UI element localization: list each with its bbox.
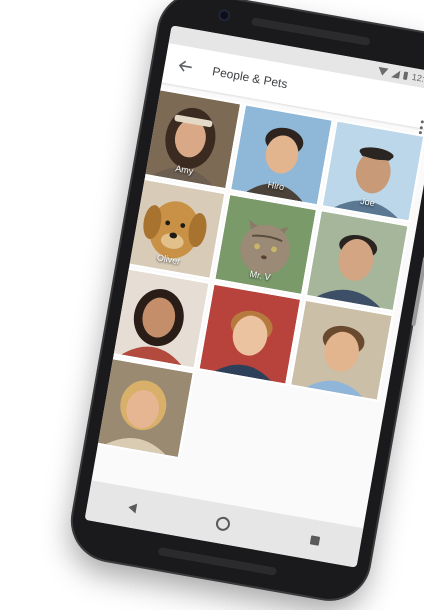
photo-tile-hiro[interactable]: Hiro xyxy=(228,103,334,207)
nav-back-icon[interactable] xyxy=(127,502,138,514)
page-title: People & Pets xyxy=(211,64,289,92)
arrow-back-glyph xyxy=(178,60,192,72)
front-camera xyxy=(217,8,232,23)
photo-tile-oliver[interactable]: Oliver xyxy=(121,176,227,281)
photo-tile-person-9[interactable] xyxy=(288,298,394,402)
photo-tile-joe[interactable]: Joe xyxy=(320,119,424,223)
smiling-woman-portrait xyxy=(108,268,209,368)
bottom-speaker xyxy=(157,547,278,576)
nav-recents-icon[interactable] xyxy=(309,534,321,546)
status-time: 12:30 xyxy=(411,71,424,86)
phone-device: 12:30 People & Pets Amy Hiro Joe Oliver … xyxy=(66,0,424,606)
boy-portrait-2 xyxy=(291,300,392,400)
photo-tile-person-8[interactable] xyxy=(197,282,303,386)
volume-button[interactable] xyxy=(411,256,424,327)
photo-tile-amy[interactable]: Amy xyxy=(137,86,243,191)
nav-home-icon[interactable] xyxy=(215,515,232,533)
toddler-portrait xyxy=(199,284,301,384)
navigation-bar xyxy=(84,480,364,568)
arrow-back-icon[interactable] xyxy=(173,54,198,79)
signal-icon xyxy=(391,69,401,79)
photo-tile-mr-v[interactable]: Mr. V xyxy=(213,192,319,297)
photo-tile-person-7[interactable] xyxy=(105,266,211,370)
wifi-icon xyxy=(377,67,389,77)
photo-tile-person-6[interactable] xyxy=(304,208,410,313)
phone-screen: 12:30 People & Pets Amy Hiro Joe Oliver … xyxy=(84,25,424,568)
photo-tile-person-10[interactable] xyxy=(89,355,195,460)
girl-portrait xyxy=(92,358,193,457)
battery-icon xyxy=(403,71,409,81)
smiling-man-portrait xyxy=(306,211,408,311)
product-shot: 12:30 People & Pets Amy Hiro Joe Oliver … xyxy=(0,0,424,610)
